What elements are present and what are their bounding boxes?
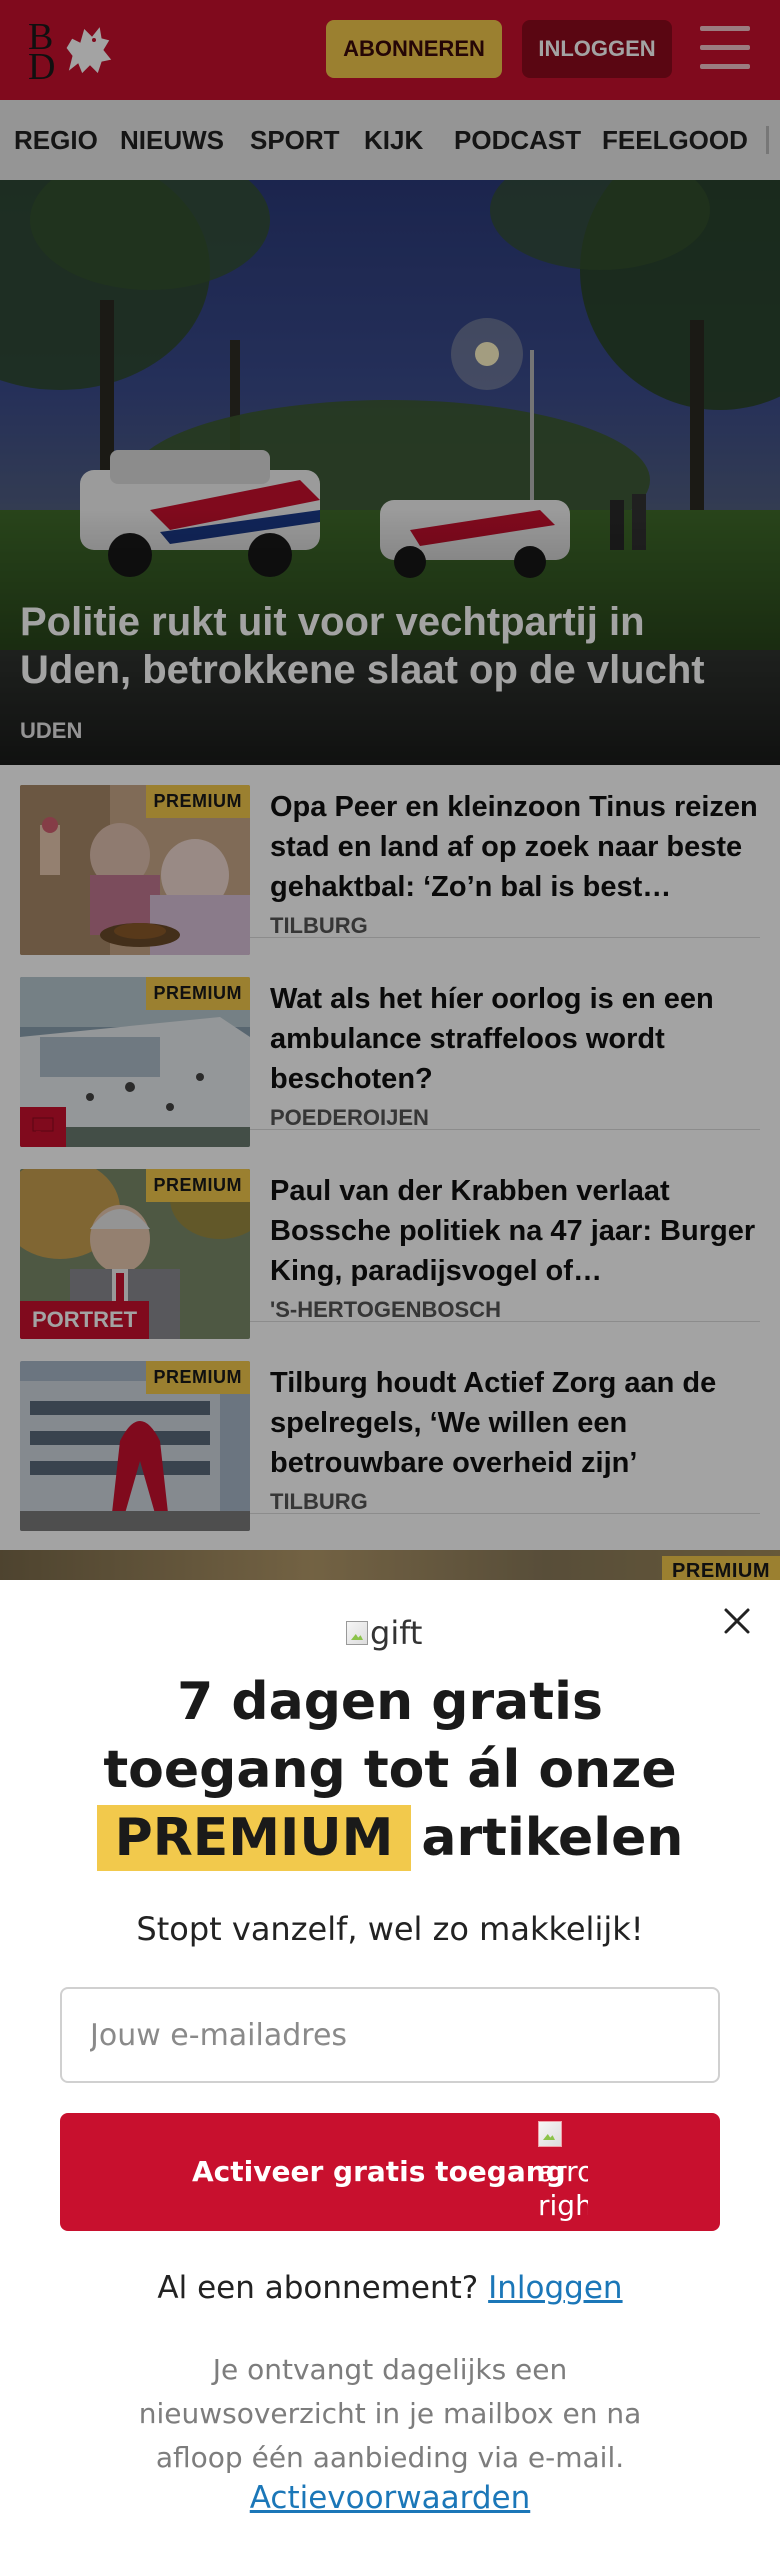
- terms-link[interactable]: Actievoorwaarden: [40, 2480, 740, 2516]
- arrow-right-icon: arrow right: [538, 2121, 588, 2221]
- activate-free-access-button[interactable]: Activeer gratis toegang arrow right: [60, 2113, 720, 2231]
- modal-backdrop[interactable]: [0, 0, 780, 1580]
- close-icon[interactable]: [718, 1602, 756, 1640]
- newsletter-info: Je ontvangt dagelijks een nieuwsoverzich…: [138, 2353, 642, 2474]
- existing-subscriber-line: Al een abonnement? Inloggen: [157, 2270, 623, 2306]
- premium-highlight: PREMIUM: [96, 1805, 412, 1871]
- email-field[interactable]: [60, 1987, 720, 2083]
- login-link[interactable]: Inloggen: [488, 2270, 622, 2306]
- premium-trial-modal: gift 7 dagen gratis toegang tot ál onze …: [0, 1580, 780, 2560]
- modal-title: 7 dagen gratis toegang tot ál onze PREMI…: [40, 1668, 740, 1872]
- cta-label: Activeer gratis toegang: [192, 2155, 566, 2188]
- gift-icon: gift: [346, 1610, 438, 1656]
- modal-subtitle: Stopt vanzelf, wel zo makkelijk!: [136, 1910, 644, 1948]
